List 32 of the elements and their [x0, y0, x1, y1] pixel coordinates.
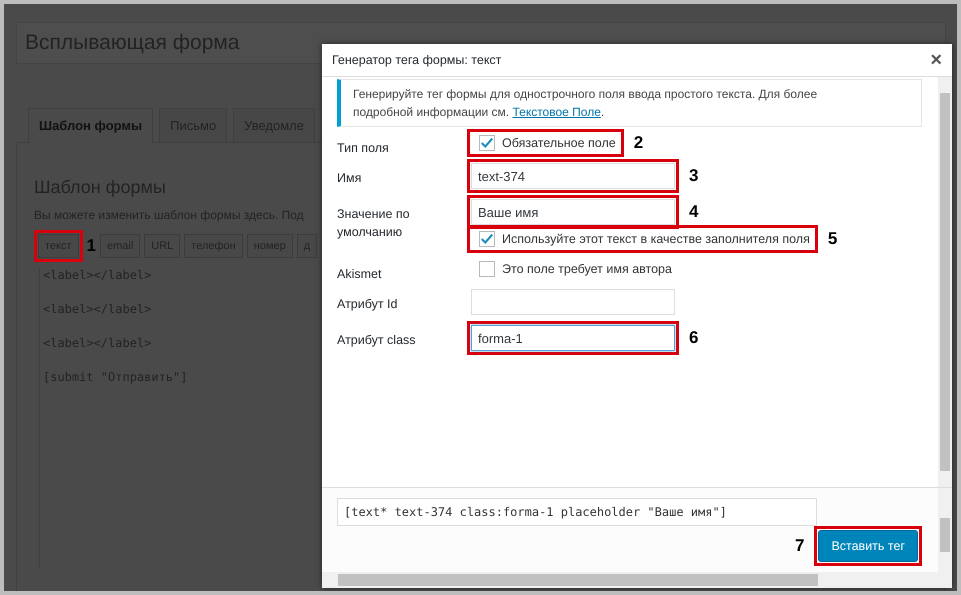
notice-link[interactable]: Текстовое Поле [512, 105, 601, 119]
text-input[interactable]: Ваше имя [471, 199, 675, 225]
field-label: Атрибут class [337, 332, 417, 349]
generated-tag-field[interactable]: [text* text-374 class:forma-1 placeholder "Ваше имя"] [337, 498, 817, 526]
field-label: Akismet [337, 266, 382, 283]
vertical-scrollbar[interactable] [938, 77, 952, 487]
notice-text: Генерируйте тег формы для однострочного поля ввода простого текста. Для более подробной информации см. Текстовое Поле. [353, 87, 818, 119]
step-number: 6 [689, 328, 698, 348]
vertical-scrollbar[interactable] [938, 488, 952, 572]
field-label: Значение по умолчанию [337, 206, 411, 241]
checkbox[interactable] [479, 261, 495, 277]
checkbox[interactable] [479, 231, 495, 247]
checkbox-label: Обязательное поле [502, 136, 616, 150]
horizontal-scrollbar[interactable] [322, 572, 952, 588]
step-number: 7 [794, 536, 804, 556]
field-label: Атрибут Id [337, 296, 398, 313]
field-label: Тип поля [337, 140, 390, 157]
step-number: 2 [634, 133, 644, 153]
checkbox[interactable] [479, 135, 495, 151]
tab[interactable]: Шаблон формы [28, 108, 154, 143]
checkbox-label: Это поле требует имя автора [502, 262, 672, 276]
step-number: 3 [689, 166, 698, 186]
dialog-title: Генератор тега формы: текст [332, 53, 502, 67]
text-input[interactable]: text-374 [471, 163, 675, 189]
checkbox-label: Используйте этот текст в качестве заполнителя поля [502, 232, 810, 246]
step-number: 5 [828, 229, 838, 249]
step-number: 1 [86, 236, 96, 256]
step-number: 4 [689, 202, 698, 222]
field-label: Имя [337, 170, 362, 187]
insert-tag-button[interactable]: Вставить тег [818, 530, 918, 562]
text-input[interactable] [471, 289, 675, 315]
text-input[interactable]: forma-1 [471, 325, 675, 351]
